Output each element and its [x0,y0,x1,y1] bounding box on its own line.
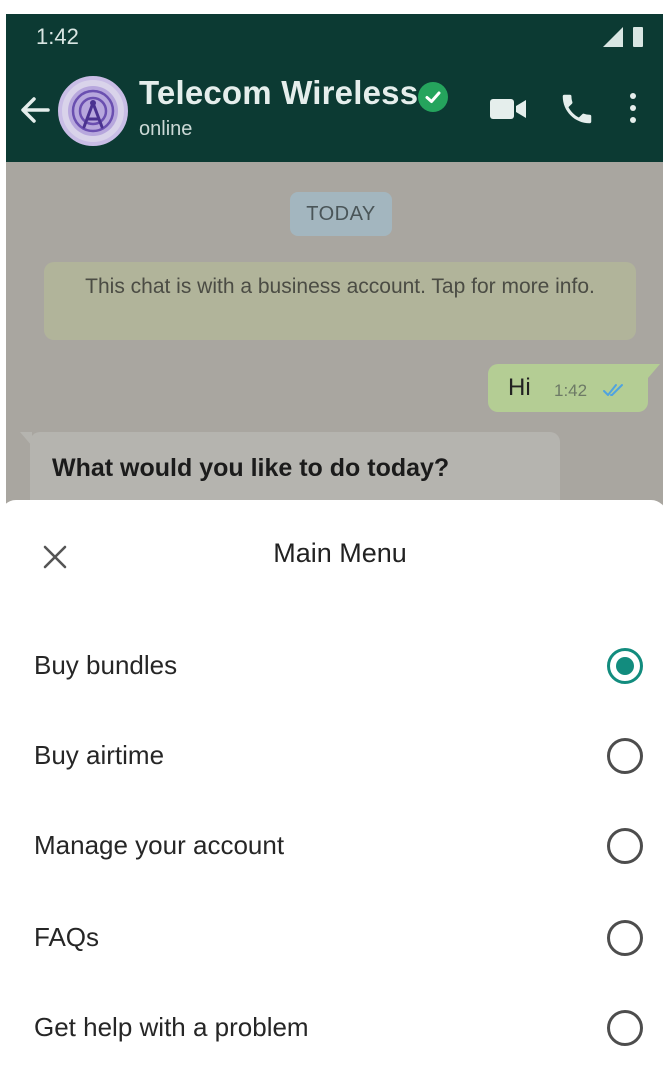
message-time: 1:42 [554,381,588,400]
menu-option-label: FAQs [34,922,100,952]
menu-option-manage-account[interactable]: Manage your account [0,812,667,884]
chat-area: TODAY This chat is with a business accou… [6,162,663,522]
avatar[interactable] [58,76,128,146]
verified-check-icon [418,82,448,112]
status-time: 1:42 [36,24,79,49]
contact-name[interactable]: Telecom Wireless [139,74,418,112]
main-menu-sheet: Main Menu Buy bundles Buy airtime Manage… [0,500,667,1079]
more-options-icon[interactable] [626,90,640,130]
back-arrow-icon[interactable] [18,90,52,130]
chat-header: Telecom Wireless online [6,62,663,162]
date-chip: TODAY [290,192,392,236]
radio-selected-icon[interactable] [607,648,643,684]
radio-icon[interactable] [607,1010,643,1046]
radio-icon[interactable] [607,920,643,956]
video-call-icon[interactable] [488,96,528,122]
status-bar: 1:42 [6,14,663,62]
menu-option-label: Manage your account [34,830,285,860]
menu-option-label: Buy bundles [34,650,178,680]
incoming-message-text: What would you like to do today? [52,454,450,482]
outgoing-message-text: Hi [508,374,531,401]
contact-status: online [139,118,193,140]
phone-screen: 1:42 Telecom Wireless online TODAY This … [0,0,667,1079]
menu-option-label: Get help with a problem [34,1012,309,1042]
menu-option-label: Buy airtime [34,740,165,770]
radio-icon[interactable] [607,828,643,864]
menu-option-buy-bundles[interactable]: Buy bundles [0,632,667,704]
antenna-logo-icon [68,86,118,136]
sheet-title: Main Menu [273,538,407,568]
menu-option-get-help[interactable]: Get help with a problem [0,994,667,1066]
status-icons [603,27,643,47]
double-check-icon [603,384,623,396]
business-account-notice[interactable]: This chat is with a business account. Ta… [44,262,636,340]
phone-call-icon[interactable] [558,90,596,128]
battery-icon [633,27,643,47]
menu-option-faqs[interactable]: FAQs [0,904,667,976]
menu-option-buy-airtime[interactable]: Buy airtime [0,722,667,794]
radio-icon[interactable] [607,738,643,774]
outgoing-message[interactable]: Hi 1:42 [488,364,660,412]
signal-icon [603,27,623,47]
